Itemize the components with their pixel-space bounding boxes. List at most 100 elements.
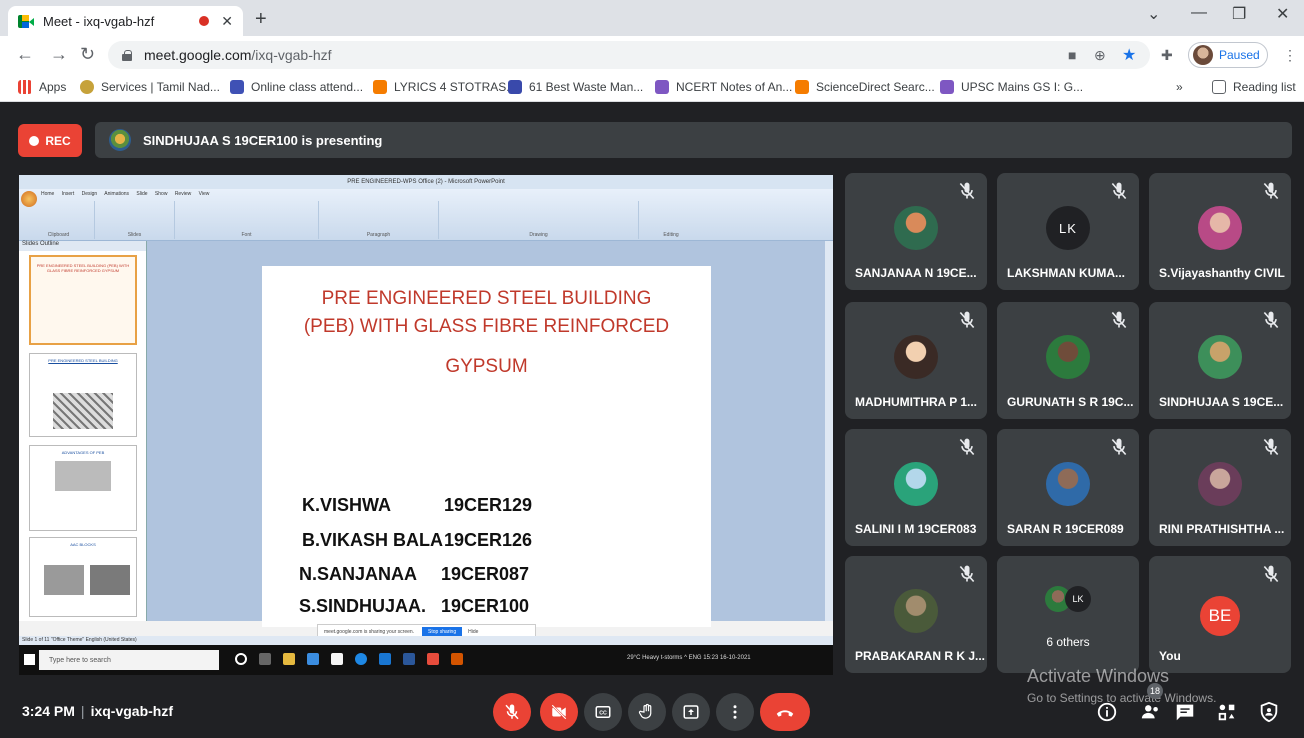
meeting-info: 3:24 PM | ixq-vgab-hzf [22,703,174,719]
bookmark-upsc[interactable]: UPSC Mains GS I: G... [940,80,1083,94]
participant-photo-avatar [894,589,938,633]
slide-thumbnail-3[interactable]: ADVANTAGES OF PEB [29,445,137,531]
task-view-icon[interactable] [259,653,271,665]
hang-up-icon [776,710,794,717]
meet-stage: REC SINDHUJAA S 19CER100 is presenting P… [0,103,1304,738]
participant-tile[interactable]: MADHUMITHRA P 1... [845,302,987,419]
elsevier-icon [795,80,809,94]
forward-button[interactable]: → [50,44,68,64]
tab-search-icon[interactable]: ⌄ [1147,4,1160,24]
bookmark-ncert[interactable]: NCERT Notes of An... [655,80,792,94]
url-host: meet.google.com [144,47,252,63]
app-icon[interactable] [379,653,391,665]
participant-tile[interactable]: SALINI I M 19CER083 [845,429,987,546]
present-screen-icon [683,705,699,719]
participant-name: LAKSHMAN KUMA... [1007,266,1125,280]
mic-off-icon [959,311,975,329]
cortana-icon[interactable] [235,653,247,665]
participant-photo-avatar [894,462,938,506]
hide-button[interactable]: Hide [468,629,478,635]
extensions-icon[interactable]: ✚ [1161,47,1173,64]
bookmark-sciencedirect[interactable]: ScienceDirect Searc... [795,80,935,94]
participant-name: RINI PRATHISHTHA ... [1159,522,1285,536]
bookmark-star-icon[interactable]: ★ [1122,45,1136,65]
raise-hand-button[interactable] [628,693,666,731]
svg-text:CC: CC [599,711,607,717]
close-window-button[interactable]: ✕ [1276,4,1289,24]
windows-start-icon[interactable] [24,654,35,665]
participant-tile[interactable]: BE You [1149,556,1291,673]
ribbon-tabs: Home Insert Design Animations Slide Show… [41,191,210,197]
reading-list[interactable]: Reading list [1212,80,1296,94]
ribbon-group-font: Font [175,201,319,239]
word-icon[interactable] [403,653,415,665]
mic-off-icon [959,182,975,200]
participant-tile[interactable]: LK 6 others [997,556,1139,673]
address-bar[interactable]: meet.google.com/ixq-vgab-hzf [108,41,1150,69]
rec-dot-icon [29,135,40,146]
chrome-icon[interactable] [427,653,439,665]
slide-thumbnail-1[interactable]: PRE ENGINEERED STEEL BUILDING (PEB) WITH… [29,255,137,345]
bookmark-lyrics[interactable]: LYRICS 4 STOTRAS... [373,80,516,94]
info-icon[interactable] [1096,701,1118,723]
chat-icon[interactable] [1174,701,1196,723]
present-button[interactable] [672,693,710,731]
participant-tile[interactable]: GURUNATH S R 19C... [997,302,1139,419]
slide-title: PRE ENGINEERED STEEL BUILDING (PEB) WITH… [303,288,670,377]
participant-initials-avatar: LK [1046,206,1090,250]
participant-tile[interactable]: SINDHUJAA S 19CE... [1149,302,1291,419]
more-vert-icon [733,705,737,719]
captions-button[interactable]: CC [584,693,622,731]
bookmark-services[interactable]: Services | Tamil Nad... [80,80,220,94]
more-bookmarks[interactable]: » [1176,80,1183,94]
participant-name: MADHUMITHRA P 1... [855,395,978,409]
participant-tile[interactable]: SARAN R 19CER089 [997,429,1139,546]
bookmark-online-class[interactable]: Online class attend... [230,80,363,94]
b-logo-icon [940,80,954,94]
participant-tile[interactable]: SANJANAA N 19CE... [845,173,987,290]
restore-button[interactable]: ❐ [1232,4,1246,24]
mail-icon[interactable] [307,653,319,665]
aac-wall-image [89,565,130,595]
slide-thumbnail-4[interactable]: AAC BLOCKS [29,537,137,617]
minimize-button[interactable]: — [1191,4,1207,22]
participant-name: You [1159,649,1181,663]
meeting-code: ixq-vgab-hzf [90,703,174,719]
file-explorer-icon[interactable] [283,653,295,665]
vertical-scrollbar[interactable] [825,241,833,621]
meet-icon [18,14,34,28]
taskbar-search[interactable]: Type here to search [39,650,219,670]
participant-tile[interactable]: LK LAKSHMAN KUMA... [997,173,1139,290]
menu-icon[interactable]: ⋮ [1283,47,1297,64]
activities-icon[interactable] [1216,701,1238,723]
presenting-text: SINDHUJAA S 19CER100 is presenting [143,132,383,148]
host-controls-icon[interactable] [1258,701,1280,723]
new-tab-button[interactable]: + [255,6,267,32]
back-button[interactable]: ← [16,44,34,64]
slide-thumbnail-2[interactable]: PRE ENGINEERED STEEL BUILDING [29,353,137,437]
mic-toggle-button[interactable] [493,693,531,731]
participant-tile[interactable]: RINI PRATHISHTHA ... [1149,429,1291,546]
camera-icon[interactable]: ■ [1068,47,1076,63]
edge-icon[interactable] [355,653,367,665]
bookmark-apps[interactable]: Apps [18,80,66,94]
leave-call-button[interactable] [760,693,810,731]
participant-name: SALINI I M 19CER083 [855,522,977,536]
powerpoint-icon[interactable] [451,653,463,665]
browser-tab[interactable]: Meet - ixq-vgab-hzf ✕ [8,6,243,36]
people-icon[interactable] [1140,701,1162,723]
camera-toggle-button[interactable] [540,693,578,731]
reload-button[interactable]: ↻ [80,44,95,64]
more-options-button[interactable] [716,693,754,731]
lock-icon [122,49,132,61]
mic-off-icon [505,704,519,720]
tab-close-icon[interactable]: ✕ [221,13,233,30]
store-icon[interactable] [331,653,343,665]
participant-tile[interactable]: PRABAKARAN R K J... [845,556,987,673]
bookmark-waste[interactable]: 61 Best Waste Man... [508,80,643,94]
profile-status: Paused [1219,48,1260,62]
zoom-icon[interactable]: ⊕ [1094,47,1106,64]
participant-photo-avatar [1046,462,1090,506]
participant-tile[interactable]: S.Vijayashanthy CIVIL [1149,173,1291,290]
profile-button[interactable]: Paused [1188,42,1268,68]
